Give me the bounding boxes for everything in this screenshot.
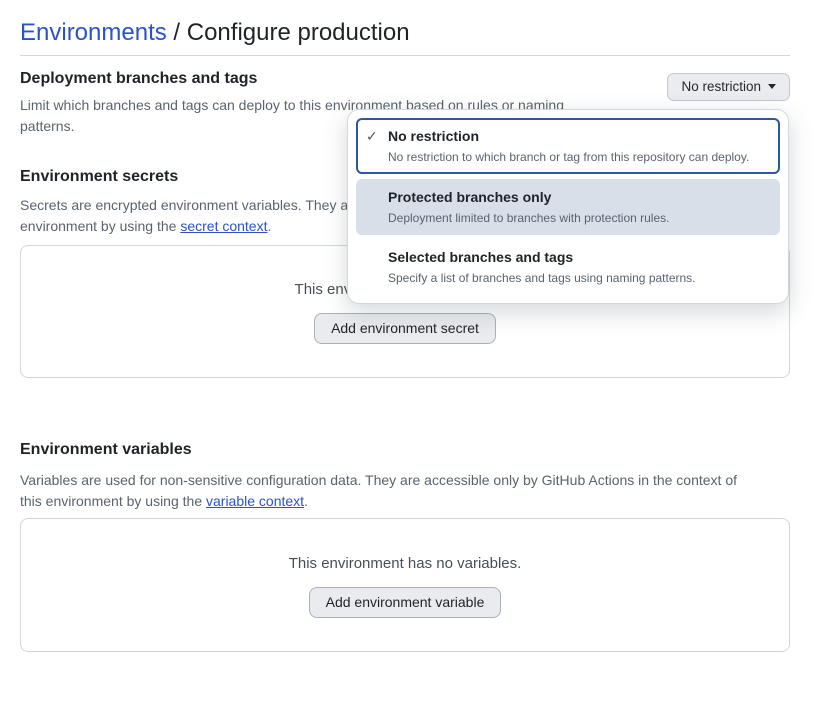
description-text: .: [267, 218, 271, 234]
menu-item-selected-branches-and-tags[interactable]: Selected branches and tags Specify a lis…: [356, 239, 780, 295]
variable-context-link[interactable]: variable context: [206, 493, 304, 509]
environment-variables-box: This environment has no variables. Add e…: [20, 518, 790, 652]
page-title: Environments / Configure production: [20, 20, 790, 46]
menu-item-no-restriction[interactable]: ✓ No restriction No restriction to which…: [356, 118, 780, 174]
environment-variables-description: Variables are used for non-sensitive con…: [20, 470, 790, 512]
description-text: this environment by using the: [20, 493, 206, 509]
variables-empty-state-text: This environment has no variables.: [21, 553, 789, 574]
description-line: this environment by using the variable c…: [20, 491, 790, 512]
description-text: environment by using the: [20, 218, 180, 234]
description-text: .: [304, 493, 308, 509]
breadcrumb-separator: /: [173, 19, 180, 46]
page-title-current: Configure production: [187, 19, 410, 46]
environment-variables-heading: Environment variables: [20, 440, 790, 460]
check-icon: ✓: [366, 126, 388, 146]
menu-item-title: Protected branches only: [388, 187, 768, 207]
description-line: Variables are used for non-sensitive con…: [20, 470, 790, 491]
menu-item-title: Selected branches and tags: [388, 247, 768, 267]
environment-settings-page: Environments / Configure production Depl…: [0, 0, 830, 652]
add-environment-variable-button[interactable]: Add environment variable: [309, 587, 502, 618]
title-divider: [20, 55, 790, 56]
menu-item-protected-branches-only[interactable]: Protected branches only Deployment limit…: [356, 179, 780, 235]
menu-item-description: Specify a list of branches and tags usin…: [388, 270, 768, 286]
branch-restriction-dropdown-button[interactable]: No restriction: [667, 73, 790, 101]
menu-item-description: No restriction to which branch or tag fr…: [388, 149, 768, 165]
menu-item-title: No restriction: [388, 126, 768, 146]
add-environment-secret-button[interactable]: Add environment secret: [314, 313, 496, 344]
secret-context-link[interactable]: secret context: [180, 218, 267, 234]
dropdown-button-label: No restriction: [681, 79, 761, 94]
caret-down-icon: [768, 84, 776, 89]
deployment-branches-heading: Deployment branches and tags: [20, 69, 564, 89]
branch-restriction-menu: ✓ No restriction No restriction to which…: [347, 109, 789, 304]
menu-item-description: Deployment limited to branches with prot…: [388, 210, 768, 226]
breadcrumb-link-environments[interactable]: Environments: [20, 19, 167, 46]
